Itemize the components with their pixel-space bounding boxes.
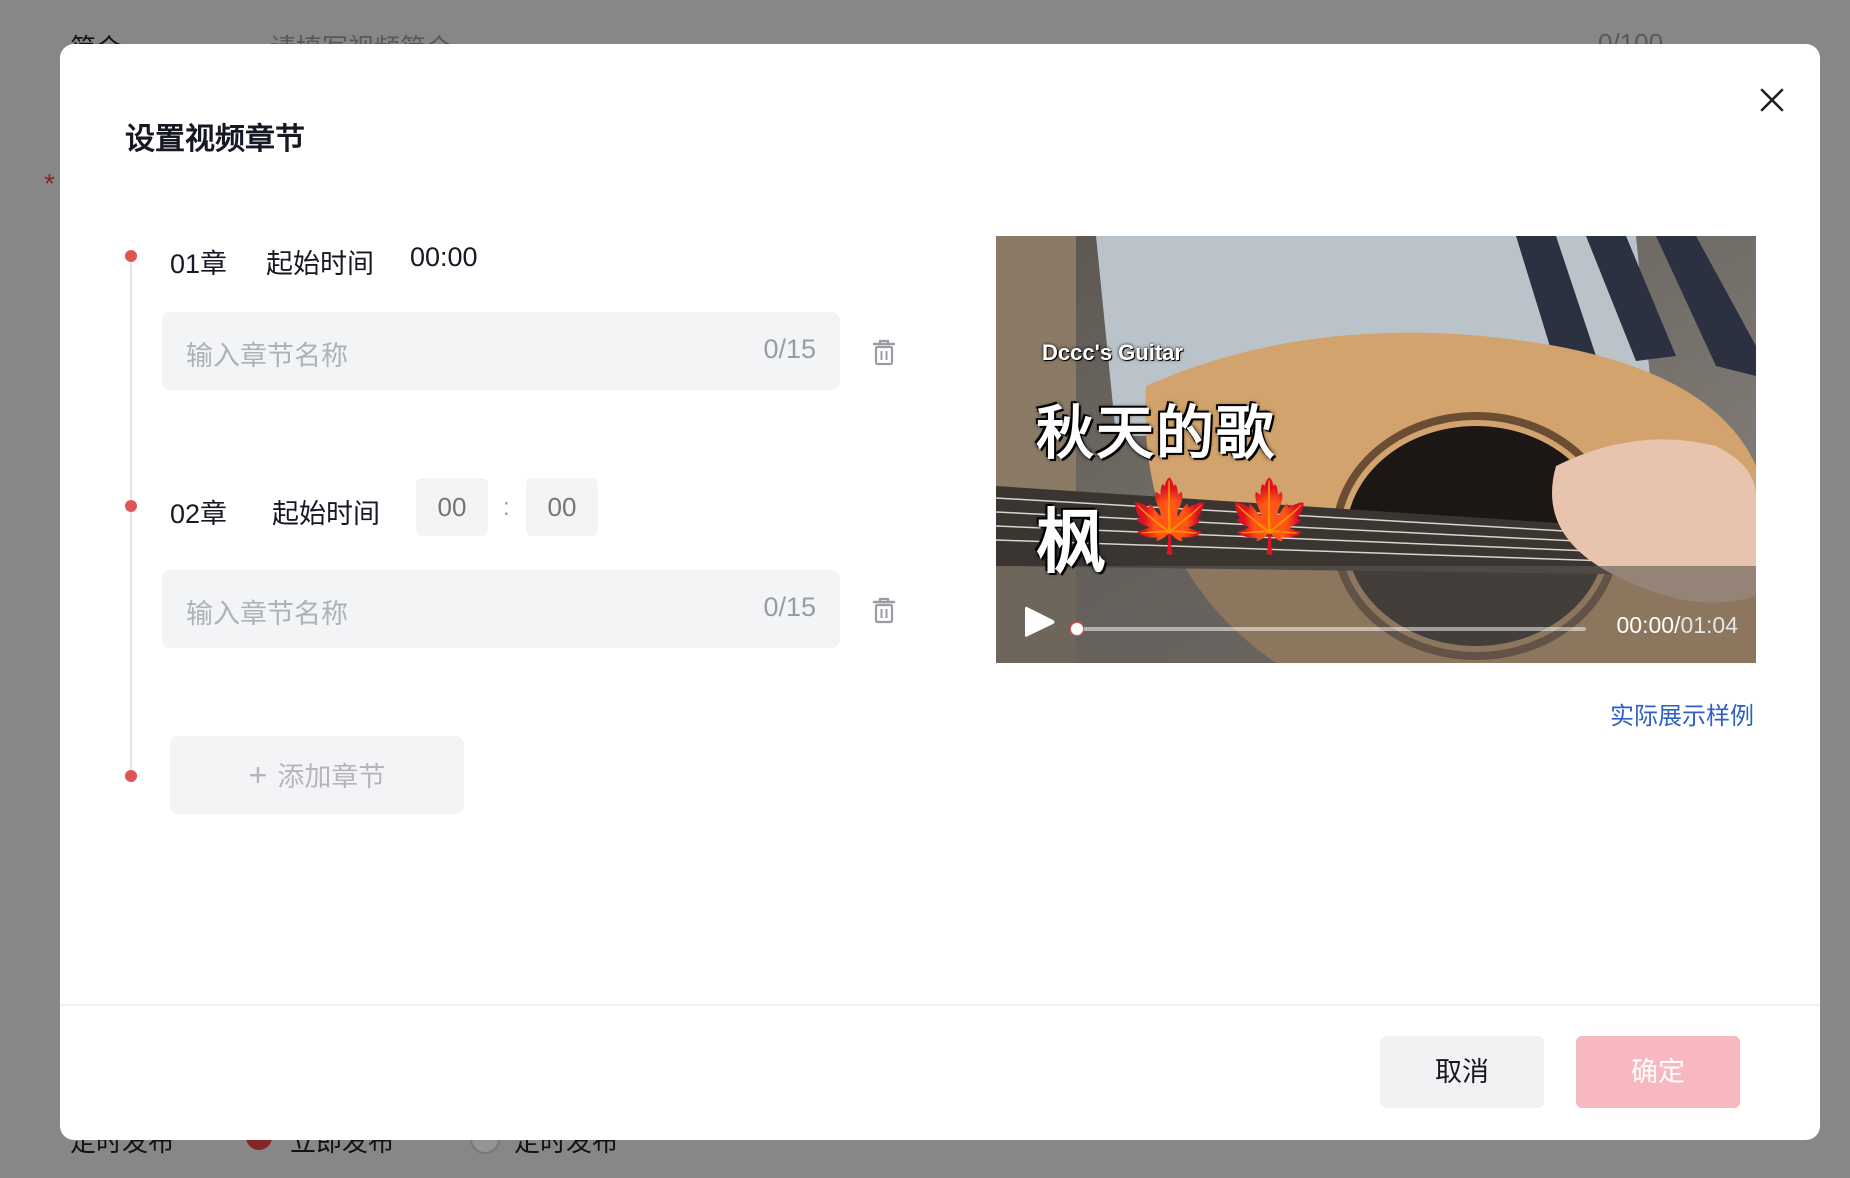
video-title-line1: 秋天的歌	[1036, 401, 1277, 466]
chapter-2-seconds-input[interactable]	[526, 478, 598, 536]
maple-leaf-icon: 🍁	[1126, 477, 1214, 555]
chapter-2-name-input[interactable]: 输入章节名称 0/15	[162, 570, 840, 648]
chapter-1-start-label: 起始时间	[266, 249, 374, 279]
dialog-title: 设置视频章节	[125, 123, 305, 156]
video-time: 00:00/01:04	[1616, 612, 1738, 639]
video-progress-knob[interactable]	[1070, 622, 1084, 636]
video-brand-text: Dccc's Guitar	[1042, 340, 1183, 365]
chapter-1-label: 01章	[170, 249, 228, 279]
chapter-1-start-time: 00:00	[410, 242, 478, 272]
timeline-line	[130, 256, 132, 776]
video-current-time: 00:00	[1616, 612, 1675, 638]
footer-divider	[60, 1004, 1820, 1006]
time-colon: :	[503, 494, 510, 521]
chapter-2-label: 02章	[170, 499, 228, 529]
chapter-1-name-placeholder: 输入章节名称	[186, 341, 348, 371]
maple-leaf-icon: 🍁	[1226, 477, 1314, 555]
play-icon[interactable]	[1022, 604, 1056, 645]
chapter-2-name-count: 0/15	[763, 592, 816, 622]
confirm-button[interactable]: 确定	[1576, 1036, 1740, 1108]
cancel-button[interactable]: 取消	[1380, 1036, 1544, 1108]
chapter-1-delete-icon[interactable]	[870, 338, 898, 368]
chapter-2-name-placeholder: 输入章节名称	[186, 599, 348, 629]
chapter-1-name-input[interactable]: 输入章节名称 0/15	[162, 312, 840, 390]
video-progress-bar[interactable]	[1070, 622, 1586, 636]
chapter-settings-dialog: 设置视频章节 01章 起始时间 00:00 输入章节名称 0/15 02章 起始…	[60, 44, 1820, 1140]
chapter-2-start-label: 起始时间	[272, 499, 380, 529]
add-chapter-button[interactable]: + 添加章节	[170, 736, 464, 814]
example-link[interactable]: 实际展示样例	[1610, 696, 1754, 731]
timeline-dot-add	[125, 770, 137, 782]
timeline-dot-chapter-2	[125, 500, 137, 512]
video-title-line2: 枫	[1036, 503, 1106, 581]
close-icon[interactable]	[1750, 78, 1794, 122]
plus-icon: +	[248, 757, 268, 793]
chapter-1-name-count: 0/15	[763, 334, 816, 364]
chapter-2-delete-icon[interactable]	[870, 596, 898, 626]
chapter-2-minutes-input[interactable]	[416, 478, 488, 536]
video-total-time: 01:04	[1680, 612, 1738, 638]
timeline-dot-chapter-1	[125, 250, 137, 262]
add-chapter-label: 添加章节	[277, 762, 386, 792]
video-preview[interactable]: Dccc's Guitar 秋天的歌 枫 🍁 🍁 00:00/01:04	[996, 236, 1756, 663]
